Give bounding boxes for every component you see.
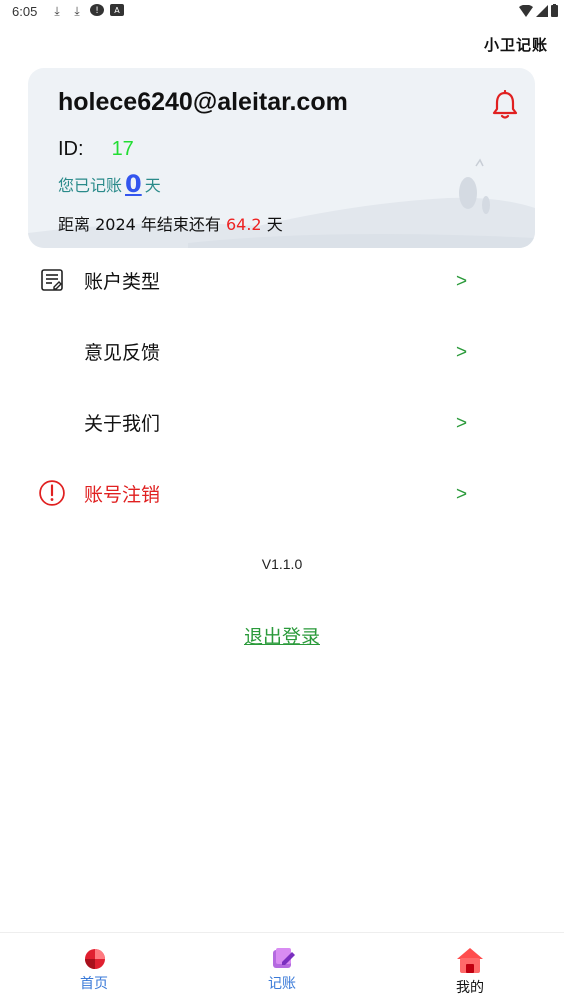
menu-item-feedback[interactable]: 意见反馈 > <box>0 321 564 381</box>
note-edit-icon <box>41 269 63 291</box>
year-remaining-days: 64.2 <box>225 215 262 234</box>
year-suffix: 天 <box>261 215 283 234</box>
status-time: 6:05 <box>12 4 38 19</box>
logout-container: 退出登录 <box>0 622 564 649</box>
user-email: holece6240@aleitar.com <box>58 88 348 116</box>
menu-item-label: 关于我们 <box>84 413 161 435</box>
battery-icon <box>551 4 558 17</box>
home-icon <box>457 948 483 973</box>
user-id-row: ID: 17 <box>58 138 134 161</box>
menu-item-label: 账户类型 <box>84 271 161 293</box>
user-id-label: ID: <box>58 138 84 160</box>
menu-item-account-type[interactable]: 账户类型 > <box>0 250 564 310</box>
alert-dot-icon: ! <box>90 4 104 16</box>
chevron-right-icon: > <box>456 484 468 505</box>
alert-circle-icon <box>39 480 65 506</box>
chevron-right-icon: > <box>456 413 468 434</box>
menu-item-delete-account[interactable]: 账号注销 > <box>0 463 564 523</box>
notification-icons: ⤓ ⤓ ! A <box>50 4 124 18</box>
menu-item-label: 账号注销 <box>84 484 161 506</box>
tab-mine[interactable]: 我的 <box>410 933 530 1005</box>
user-id-value: 17 <box>111 138 134 160</box>
bell-icon[interactable] <box>491 90 519 120</box>
tab-home[interactable]: 首页 <box>34 933 154 1005</box>
year-prefix: 距离 2024 年结束还有 <box>58 215 226 234</box>
signal-icon <box>536 4 548 17</box>
days-count: 0 <box>125 170 142 198</box>
download-icon: ⤓ <box>74 4 80 18</box>
download-icon: ⤓ <box>54 4 60 18</box>
app-logo: 小卫记账 <box>483 36 548 54</box>
bottom-navigation: 首页 记账 我的 <box>0 932 564 1005</box>
profile-card: holece6240@aleitar.com ID: 17 您已记账 0 天 距离… <box>28 68 535 248</box>
bookkeeping-days-row: 您已记账 0 天 <box>58 172 161 196</box>
year-end-countdown: 距离 2024 年结束还有 64.2 天 <box>58 211 283 235</box>
system-status-icons <box>519 4 558 17</box>
status-bar: 6:05 ⤓ ⤓ ! A <box>0 0 564 24</box>
days-prefix: 您已记账 <box>58 176 123 195</box>
tab-label: 我的 <box>456 980 484 996</box>
app-version: V1.1.0 <box>261 556 303 572</box>
tab-label: 首页 <box>80 976 108 992</box>
pie-chart-icon <box>85 949 105 969</box>
chevron-right-icon: > <box>456 342 468 363</box>
menu-item-about-us[interactable]: 关于我们 > <box>0 392 564 452</box>
wifi-icon <box>519 4 533 17</box>
chevron-right-icon: > <box>456 271 468 292</box>
logout-button[interactable]: 退出登录 <box>244 626 320 648</box>
tab-bookkeeping[interactable]: 记账 <box>222 933 342 1005</box>
notebook-icon <box>273 948 295 968</box>
days-suffix: 天 <box>144 176 161 195</box>
tab-label: 记账 <box>268 976 296 992</box>
app-notification-icon: A <box>110 4 124 16</box>
menu-item-label: 意见反馈 <box>84 342 161 364</box>
